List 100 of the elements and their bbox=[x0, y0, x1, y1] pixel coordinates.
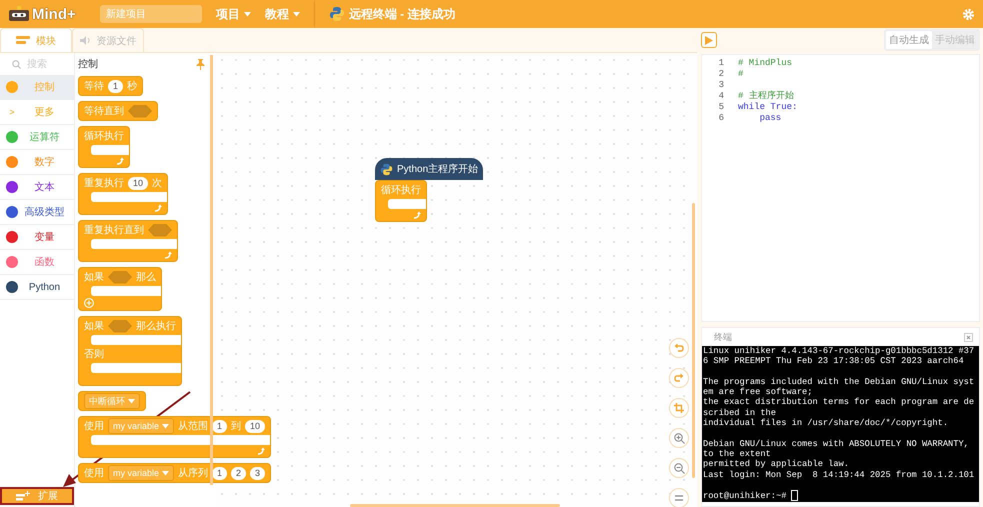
block-label: 等待直到 bbox=[84, 104, 124, 118]
category-label: 控制 bbox=[34, 80, 56, 94]
code-block[interactable]: 等待直到 bbox=[78, 101, 158, 121]
loop-arrow-icon bbox=[116, 157, 124, 165]
zoom-out-icon bbox=[674, 462, 684, 474]
loop-block[interactable]: 使用 my variable 从范围 1 到 10 bbox=[78, 416, 272, 458]
category-label: 文本 bbox=[34, 180, 56, 194]
if-else-block[interactable]: 如果 那么执行 否则 bbox=[78, 316, 182, 386]
scrollbar[interactable] bbox=[692, 203, 695, 478]
pin-icon[interactable] bbox=[196, 58, 205, 70]
block-label: 次 bbox=[152, 177, 162, 190]
run-button[interactable] bbox=[701, 32, 717, 48]
robot-icon bbox=[8, 6, 30, 22]
terminal-prompt: root@unihiker:~# bbox=[703, 490, 786, 501]
block-dropdown[interactable]: my variable bbox=[108, 418, 174, 434]
line-number: 2 bbox=[718, 69, 724, 80]
loop-block[interactable]: 重复执行 10 次 bbox=[78, 173, 168, 215]
number-input[interactable]: 1 bbox=[212, 420, 228, 432]
loop-block[interactable]: 重复执行直到 bbox=[78, 220, 178, 262]
block-label: 重复执行 bbox=[84, 176, 124, 190]
condition-slot[interactable] bbox=[108, 320, 132, 332]
code-block[interactable]: 等待 1 秒 bbox=[78, 76, 144, 96]
terminal-line: Debian GNU/Linux comes with ABSOLUTELY NO WARRANTY, bbox=[703, 438, 970, 449]
if-block[interactable]: 如果 那么 bbox=[78, 267, 162, 311]
block-mouth bbox=[91, 286, 161, 296]
plus-icon[interactable] bbox=[84, 298, 94, 308]
condition-slot[interactable] bbox=[108, 270, 132, 284]
redo-button[interactable] bbox=[669, 368, 689, 388]
terminal-line: Linux unihiker 4.4.143-67-rockchip-g01bbbc5d1312 #37 bbox=[703, 346, 976, 356]
close-icon[interactable] bbox=[964, 332, 973, 342]
scrollbar[interactable] bbox=[350, 504, 560, 507]
block-label: 那么 bbox=[136, 271, 156, 284]
blocks-plus-icon bbox=[16, 491, 30, 501]
block-dropdown[interactable]: 中断循环 bbox=[84, 393, 140, 409]
play-icon bbox=[705, 36, 713, 44]
zoom-out-button[interactable] bbox=[669, 458, 689, 478]
line-number: 5 bbox=[718, 102, 724, 113]
code-line: while True: bbox=[738, 102, 798, 113]
code-block[interactable]: 中断循环 bbox=[78, 391, 146, 411]
tab[interactable]: 资源文件 bbox=[72, 28, 144, 52]
python-icon bbox=[328, 6, 345, 22]
block-label: Python主程序开始 bbox=[397, 162, 478, 176]
caret-icon bbox=[128, 398, 135, 404]
number-input[interactable]: 1 bbox=[108, 80, 124, 92]
category-label: 变量 bbox=[34, 230, 56, 244]
block-label: 重复执行直到 bbox=[84, 224, 144, 237]
mode-toggle[interactable]: 自动生成 bbox=[886, 31, 932, 49]
search-icon bbox=[12, 60, 21, 68]
reset-zoom-button[interactable] bbox=[669, 488, 689, 507]
code-line: # bbox=[738, 69, 744, 80]
terminal-title: 终端 bbox=[714, 330, 732, 344]
block-label: 使用 bbox=[84, 420, 104, 433]
line-number: 4 bbox=[718, 91, 724, 102]
code-block[interactable]: 使用 my variable 从序列 1 2 3 bbox=[78, 463, 272, 483]
caret-icon bbox=[162, 470, 170, 476]
terminal-line: to the extent bbox=[703, 448, 772, 460]
condition-slot[interactable] bbox=[148, 224, 172, 236]
category-label: Python bbox=[28, 282, 62, 292]
number-input[interactable]: 1 bbox=[212, 466, 228, 480]
terminal-line: permitted by applicable law. bbox=[703, 459, 850, 470]
settings-icon[interactable] bbox=[962, 8, 975, 20]
loop-arrow-icon bbox=[154, 204, 162, 212]
menu-button[interactable]: 项目 bbox=[216, 6, 251, 22]
number-input[interactable]: 10 bbox=[245, 420, 266, 432]
category-label: 运算符 bbox=[28, 130, 60, 144]
palette-title: 控制 bbox=[78, 58, 98, 71]
connection-status: 远程终端 - 连接成功 bbox=[348, 6, 456, 22]
block-label: 等待 bbox=[84, 80, 104, 93]
code-line: # 主程序开始 bbox=[738, 91, 794, 102]
block-label: 从范围 bbox=[178, 420, 208, 433]
logo-text: Mind+ bbox=[32, 6, 76, 22]
project-name-field[interactable]: 新建项目 bbox=[100, 5, 202, 23]
number-input[interactable]: 10 bbox=[128, 176, 148, 190]
tab[interactable]: 模块 bbox=[0, 28, 72, 52]
blocks-icon bbox=[16, 36, 30, 45]
crop-button[interactable] bbox=[669, 398, 689, 418]
terminal-line: em are free software; bbox=[703, 387, 814, 398]
extension-button[interactable]: 扩展 bbox=[0, 487, 74, 505]
code-line: # MindPlus bbox=[738, 58, 792, 69]
undo-button[interactable] bbox=[669, 338, 689, 358]
condition-slot[interactable] bbox=[128, 104, 152, 118]
block-label: 循环执行 bbox=[381, 184, 421, 197]
scrollbar[interactable] bbox=[210, 55, 213, 485]
category-label: 高级类型 bbox=[24, 206, 66, 219]
number-input[interactable]: 2 bbox=[231, 466, 246, 480]
loop-block[interactable]: 循环执行 bbox=[78, 126, 130, 168]
number-input[interactable]: 3 bbox=[250, 466, 266, 480]
undo-icon bbox=[674, 343, 684, 353]
zoom-in-button[interactable] bbox=[669, 428, 689, 448]
block-label: 到 bbox=[231, 420, 242, 433]
block-label: 否则 bbox=[84, 348, 104, 361]
category-item[interactable]: 控制 bbox=[0, 75, 74, 100]
main-program-block[interactable]: Python主程序开始 bbox=[375, 158, 484, 180]
caret-icon bbox=[244, 12, 251, 16]
loop-block[interactable]: 循环执行 bbox=[375, 180, 427, 222]
terminal-line: scribed in the bbox=[703, 408, 777, 418]
block-dropdown[interactable]: my variable bbox=[108, 465, 174, 481]
text-cursor bbox=[791, 490, 798, 502]
code-editor[interactable]: 1 # MindPlus 2 # 3 4 # 主程序开始 5 while True: 6 pass bbox=[701, 54, 980, 322]
menu-button[interactable]: 教程 bbox=[264, 6, 300, 22]
